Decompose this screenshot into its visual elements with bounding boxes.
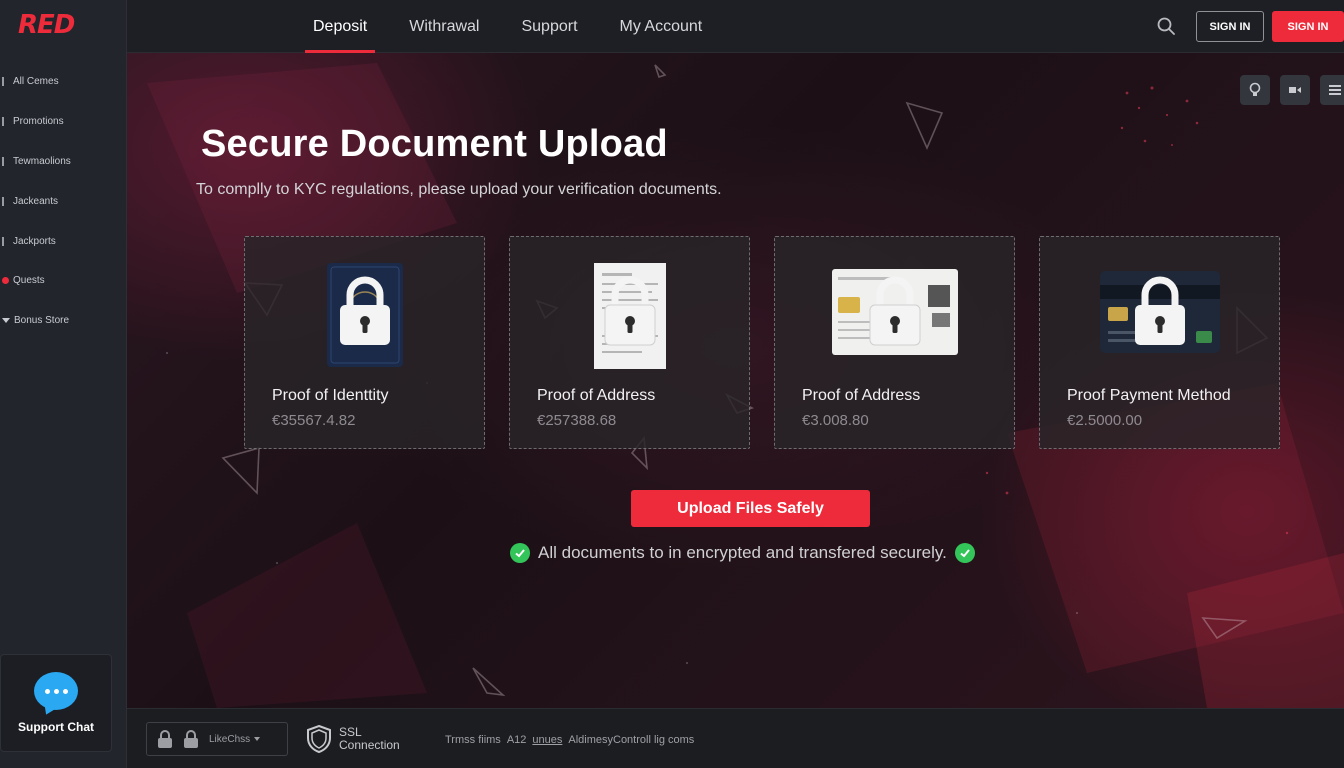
- menu-icon[interactable]: [1320, 75, 1344, 105]
- bulb-icon[interactable]: [1240, 75, 1270, 105]
- card-value: €3.008.80: [802, 412, 869, 429]
- footer-link[interactable]: A12: [507, 734, 527, 746]
- nav-support[interactable]: Support: [521, 0, 577, 53]
- top-nav: Deposit Withrawal Support My Account: [304, 0, 744, 53]
- card-title: Proof Payment Method: [1067, 387, 1231, 404]
- sidebar-item-tournaments[interactable]: Tewmaolions: [0, 142, 127, 182]
- sidebar-item-jackpots-1[interactable]: Jackeants: [0, 181, 127, 221]
- brand-logo[interactable]: RED: [18, 10, 75, 40]
- bar-icon: [2, 77, 9, 87]
- bar-icon: [2, 156, 9, 166]
- card-title: Proof of Address: [537, 387, 656, 404]
- video-icon[interactable]: [1280, 75, 1310, 105]
- lock-icon: [158, 730, 172, 748]
- document-card-payment[interactable]: Proof Payment Method €2.5000.00: [1039, 236, 1280, 449]
- card-title: Proof of Address: [802, 387, 921, 404]
- sidebar-item-label: Jackeants: [13, 195, 59, 207]
- support-chat-label: Support Chat: [18, 720, 94, 734]
- sidebar-item-bonus-store[interactable]: Bonus Store: [0, 301, 127, 341]
- check-circle-icon: [510, 543, 530, 563]
- sidebar-item-label: Jackports: [13, 235, 56, 247]
- card-title: Proof of Identtity: [272, 387, 389, 404]
- chat-bubble-icon: [34, 672, 78, 710]
- tool-icons: [1240, 75, 1344, 105]
- support-chat-button[interactable]: Support Chat: [0, 654, 112, 752]
- lock-icon: [1134, 276, 1185, 345]
- bar-icon: [2, 117, 9, 127]
- sidebar-item-label: Promotions: [13, 116, 64, 128]
- lock-icon: [869, 276, 920, 346]
- hero-section: Secure Document Upload To complly to KYC…: [127, 53, 1344, 708]
- footer-link[interactable]: AldimesyControll lig coms: [568, 734, 694, 746]
- sidebar-item-all-games[interactable]: All Cemes: [0, 62, 127, 102]
- sidebar-nav: All Cemes Promotions Tewmaolions Jackean…: [0, 62, 127, 341]
- card-value: €257388.68: [537, 412, 617, 429]
- sign-in-button[interactable]: SIGN IN: [1196, 11, 1264, 42]
- sidebar-item-label: Bonus Store: [14, 315, 70, 327]
- upload-files-button[interactable]: Upload Files Safely: [631, 490, 870, 527]
- card-value: €35567.4.82: [272, 412, 356, 429]
- top-bar: Deposit Withrawal Support My Account SIG…: [127, 0, 1344, 53]
- lock-icon: [604, 276, 655, 346]
- footer-link[interactable]: Trmss fiims: [445, 734, 501, 746]
- bar-icon: [2, 196, 9, 206]
- nav-deposit[interactable]: Deposit: [304, 0, 376, 53]
- language-label: LikeChss: [209, 733, 251, 745]
- ssl-badge: SSL Connection: [307, 725, 400, 753]
- sign-up-button[interactable]: SIGN IN: [1272, 11, 1344, 42]
- document-card-identity[interactable]: Proof of Identtity €35567.4.82: [244, 236, 485, 449]
- card-value: €2.5000.00: [1067, 412, 1143, 429]
- search-icon[interactable]: [1157, 17, 1175, 35]
- quest-dot-icon: [2, 277, 9, 285]
- document-card-address-2[interactable]: Proof of Address €3.008.80: [774, 236, 1015, 449]
- footer-links: Trmss fiims A12 unues AldimesyControll l…: [445, 734, 694, 746]
- footer: LikeChss SSL Connection Trmss fiims A12 …: [127, 708, 1344, 768]
- chevron-down-icon: [254, 737, 261, 741]
- ssl-text: SSL Connection: [339, 726, 400, 752]
- sidebar-item-jackpots-2[interactable]: Jackports: [0, 221, 127, 261]
- lock-icon: [339, 276, 390, 345]
- sidebar-item-label: Quests: [13, 275, 45, 287]
- sidebar-item-promotions[interactable]: Promotions: [0, 102, 127, 142]
- bar-icon: [2, 236, 9, 246]
- sidebar-item-label: All Cemes: [13, 76, 59, 88]
- shield-icon: [307, 725, 331, 753]
- document-cards: Proof of Identtity €35567.4.82 Proof of …: [244, 236, 1280, 449]
- check-circle-icon: [954, 543, 975, 563]
- sidebar-item-label: Tewmaolions: [13, 155, 71, 167]
- language-select[interactable]: LikeChss: [146, 722, 288, 756]
- page-subtitle: To complly to KYC regulations, please up…: [196, 181, 722, 198]
- sidebar-item-quests[interactable]: Quests: [0, 261, 127, 301]
- nav-withdrawal[interactable]: Withrawal: [409, 0, 479, 53]
- sidebar: RED All Cemes Promotions Tewmaolions Jac…: [0, 0, 127, 768]
- nav-my-account[interactable]: My Account: [620, 0, 703, 53]
- secure-note: All documents to in encrypted and transf…: [510, 543, 975, 563]
- secure-note-text: All documents to in encrypted and transf…: [538, 543, 947, 562]
- footer-link[interactable]: unues: [532, 734, 562, 746]
- document-card-address-1[interactable]: Proof of Address €257388.68: [509, 236, 750, 449]
- lock-icon: [184, 730, 198, 748]
- chevron-down-icon: [2, 318, 10, 324]
- page-title: Secure Document Upload: [201, 123, 668, 165]
- ssl-line-2: Connection: [339, 738, 400, 752]
